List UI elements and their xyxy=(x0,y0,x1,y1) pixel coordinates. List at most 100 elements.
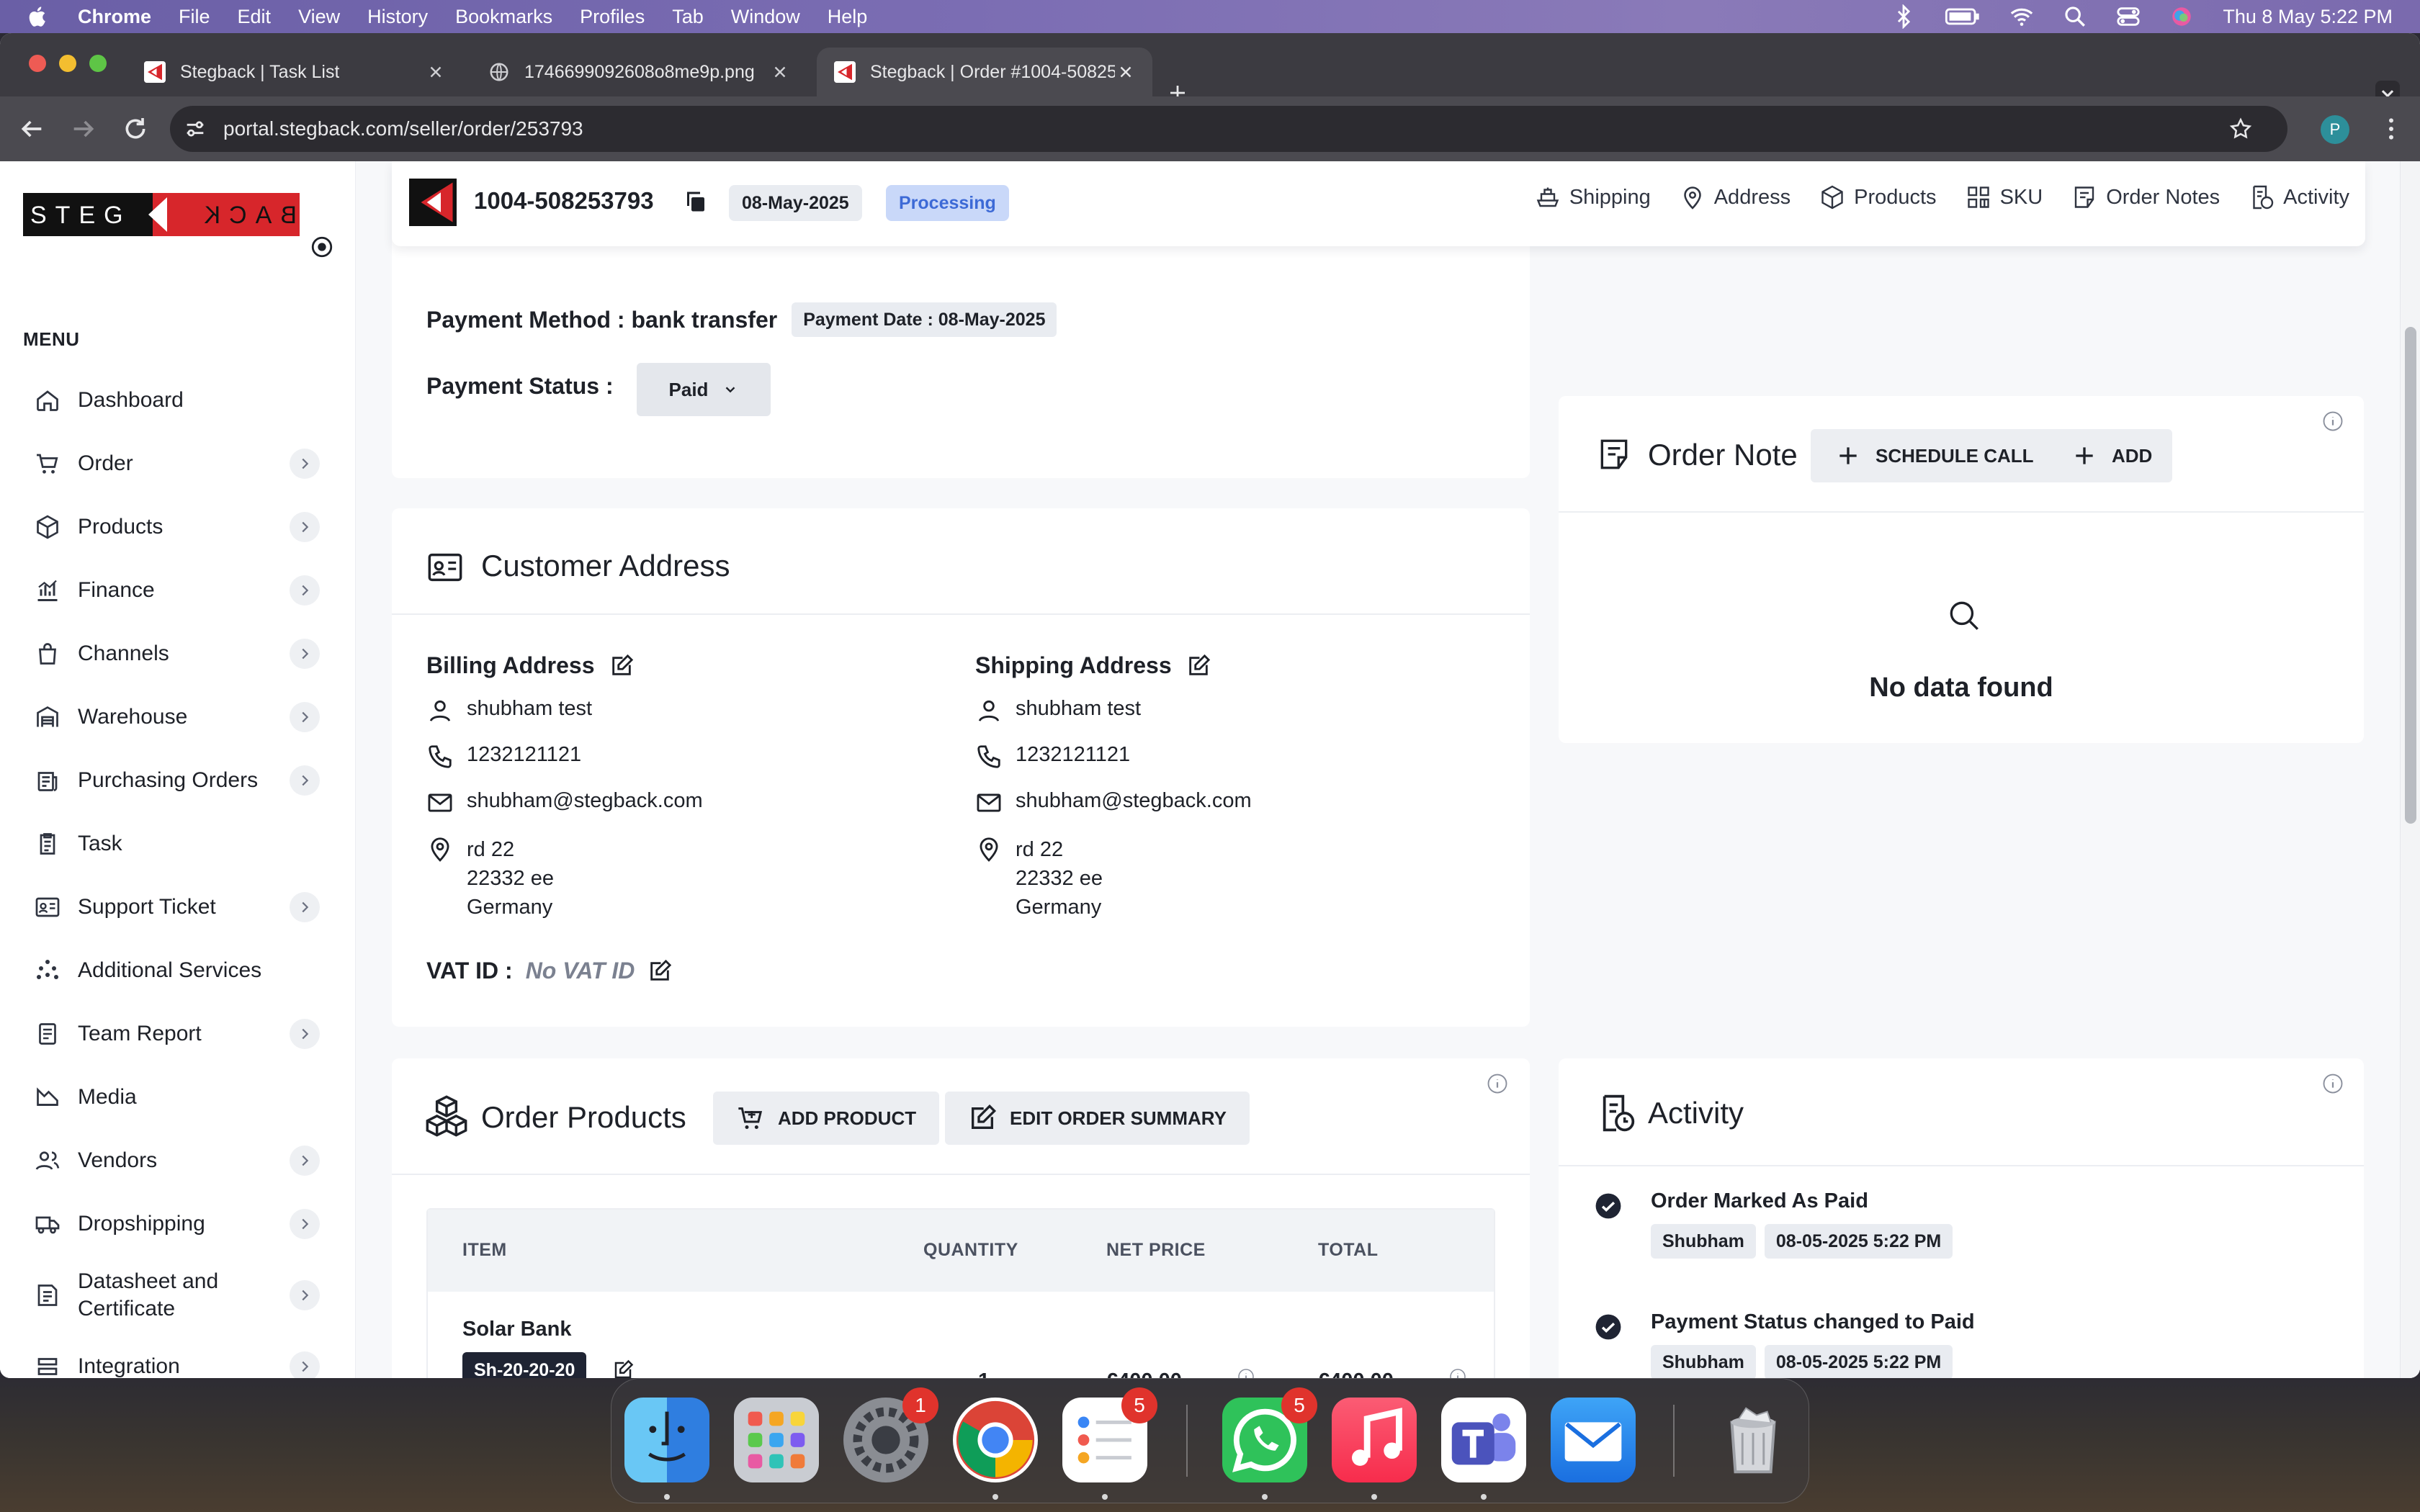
wifi-icon[interactable] xyxy=(2009,4,2034,29)
back-arrow-icon[interactable] xyxy=(17,114,46,143)
bookmark-star-icon[interactable] xyxy=(2228,117,2253,141)
info-icon[interactable] xyxy=(1449,1368,1466,1378)
chevron-right-icon[interactable] xyxy=(290,1351,320,1378)
nav-link-products[interactable]: Products xyxy=(1819,184,1937,210)
sidebar-item-datasheet-certificate[interactable]: Datasheet and Certificate xyxy=(0,1256,356,1335)
sidebar-item-finance[interactable]: Finance xyxy=(0,559,356,622)
battery-icon[interactable] xyxy=(1945,4,1981,29)
dock-finder[interactable] xyxy=(624,1398,709,1482)
sidebar-item-warehouse[interactable]: Warehouse xyxy=(0,685,356,749)
chevron-right-icon[interactable] xyxy=(290,765,320,796)
chevron-right-icon[interactable] xyxy=(290,639,320,669)
info-icon[interactable] xyxy=(1487,1073,1508,1094)
sidebar-item-team-report[interactable]: Team Report xyxy=(0,1002,356,1066)
sidebar-item-purchasing-orders[interactable]: Purchasing Orders xyxy=(0,749,356,812)
reload-icon[interactable] xyxy=(121,114,150,143)
add-note-button[interactable]: ADD xyxy=(2050,429,2173,482)
chevron-right-icon[interactable] xyxy=(290,892,320,922)
dock-trash[interactable] xyxy=(1711,1398,1796,1482)
tab-title: Stegback | Order #1004-508253793 xyxy=(870,61,1115,82)
menu-app-name[interactable]: Chrome xyxy=(78,6,151,28)
menu-file[interactable]: File xyxy=(179,6,210,28)
forward-arrow-icon[interactable] xyxy=(69,114,98,143)
tab-order-active[interactable]: Stegback | Order #1004-508253793 xyxy=(817,48,1152,96)
sidebar-toggle-icon[interactable] xyxy=(310,235,334,259)
siri-icon[interactable] xyxy=(2169,4,2194,29)
chevron-right-icon[interactable] xyxy=(290,1146,320,1176)
dock-chrome[interactable] xyxy=(953,1398,1038,1482)
tab-task-list[interactable]: Stegback | Task List xyxy=(127,48,462,96)
chevron-right-icon[interactable] xyxy=(290,575,320,606)
site-settings-icon[interactable] xyxy=(183,117,207,141)
nav-link-order-notes[interactable]: Order Notes xyxy=(2071,184,2220,210)
chevron-right-icon[interactable] xyxy=(290,1019,320,1049)
add-product-button[interactable]: ADD PRODUCT xyxy=(713,1092,940,1145)
control-center-icon[interactable] xyxy=(2116,4,2141,29)
dock-launchpad[interactable] xyxy=(734,1398,819,1482)
chevron-right-icon[interactable] xyxy=(290,1209,320,1239)
close-icon[interactable] xyxy=(771,63,789,81)
edit-order-summary-button[interactable]: EDIT ORDER SUMMARY xyxy=(945,1092,1250,1145)
info-icon[interactable] xyxy=(2322,410,2344,432)
nav-link-shipping[interactable]: Shipping xyxy=(1535,184,1651,210)
dock-music[interactable] xyxy=(1332,1398,1417,1482)
product-name[interactable]: Solar Bank xyxy=(462,1318,572,1341)
profile-avatar[interactable]: P xyxy=(2321,115,2349,144)
address-bar[interactable]: portal.stegback.com/seller/order/253793 xyxy=(170,106,2287,152)
sidebar-item-order[interactable]: Order xyxy=(0,432,356,495)
chevron-right-icon[interactable] xyxy=(290,512,320,542)
nav-link-sku[interactable]: SKU xyxy=(1966,184,2043,210)
sidebar-item-products[interactable]: Products xyxy=(0,495,356,559)
chevron-right-icon[interactable] xyxy=(290,1280,320,1310)
scrollbar-thumb[interactable] xyxy=(2405,327,2416,824)
menubar-clock[interactable]: Thu 8 May 5:22 PM xyxy=(2223,6,2393,28)
menu-window[interactable]: Window xyxy=(731,6,800,28)
menu-tab[interactable]: Tab xyxy=(672,6,704,28)
menu-history[interactable]: History xyxy=(367,6,428,28)
edit-icon[interactable] xyxy=(1186,654,1211,678)
schedule-call-button[interactable]: SCHEDULE CALL xyxy=(1811,429,2057,482)
order-section-nav: Shipping Address Products SKU Order Note… xyxy=(1535,184,2349,210)
sidebar-item-dashboard[interactable]: Dashboard xyxy=(0,369,356,432)
menu-view[interactable]: View xyxy=(298,6,340,28)
sidebar-item-support-ticket[interactable]: Support Ticket xyxy=(0,876,356,939)
menu-bookmarks[interactable]: Bookmarks xyxy=(455,6,552,28)
stegback-mark-icon[interactable] xyxy=(409,179,457,226)
maximize-window-button[interactable] xyxy=(89,55,107,72)
edit-sku-icon[interactable] xyxy=(612,1359,634,1378)
nav-link-address[interactable]: Address xyxy=(1680,184,1791,210)
edit-icon[interactable] xyxy=(647,959,672,984)
sidebar-item-dropshipping[interactable]: Dropshipping xyxy=(0,1192,356,1256)
tab-image[interactable]: 1746699092608o8me9p.png xyxy=(471,48,807,96)
copy-icon[interactable] xyxy=(683,189,709,215)
browser-menu-icon[interactable] xyxy=(2377,114,2406,143)
close-icon[interactable] xyxy=(426,63,445,81)
sidebar-item-additional-services[interactable]: Additional Services xyxy=(0,939,356,1002)
chevron-right-icon[interactable] xyxy=(290,702,320,732)
menu-edit[interactable]: Edit xyxy=(238,6,272,28)
sidebar-item-channels[interactable]: Channels xyxy=(0,622,356,685)
sidebar-item-integration[interactable]: Integration xyxy=(0,1335,356,1378)
nav-link-activity[interactable]: Activity xyxy=(2249,184,2349,210)
sidebar-item-task[interactable]: Task xyxy=(0,812,356,876)
spotlight-search-icon[interactable] xyxy=(2063,4,2087,29)
sidebar-item-media[interactable]: Media xyxy=(0,1066,356,1129)
dock-mail[interactable] xyxy=(1551,1398,1636,1482)
menu-profiles[interactable]: Profiles xyxy=(580,6,645,28)
close-window-button[interactable] xyxy=(29,55,46,72)
menu-help[interactable]: Help xyxy=(828,6,868,28)
apple-icon[interactable] xyxy=(26,4,50,29)
sidebar-item-vendors[interactable]: Vendors xyxy=(0,1129,356,1192)
edit-icon[interactable] xyxy=(609,654,634,678)
stegback-logo[interactable]: STEG BACK xyxy=(23,193,300,236)
info-icon[interactable] xyxy=(2322,1073,2344,1094)
bluetooth-icon[interactable] xyxy=(1891,4,1916,29)
url-text[interactable]: portal.stegback.com/seller/order/253793 xyxy=(223,117,583,140)
close-icon[interactable] xyxy=(1116,63,1135,81)
payment-status-select[interactable]: Paid xyxy=(637,363,771,416)
page-scrollbar[interactable] xyxy=(2400,161,2420,1378)
dock-teams[interactable] xyxy=(1441,1398,1526,1482)
chevron-right-icon[interactable] xyxy=(290,449,320,479)
info-icon[interactable] xyxy=(1237,1368,1255,1378)
minimize-window-button[interactable] xyxy=(59,55,76,72)
